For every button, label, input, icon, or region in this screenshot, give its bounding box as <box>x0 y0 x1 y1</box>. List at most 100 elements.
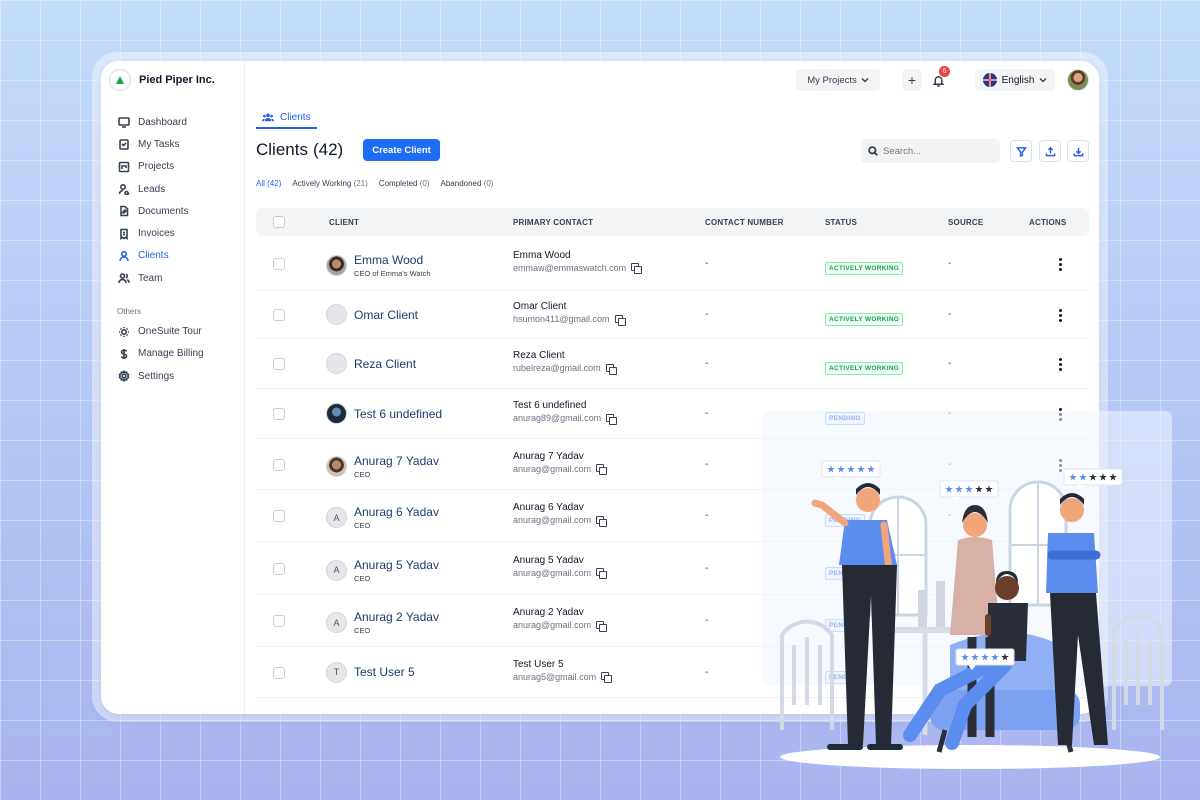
sidebar-item-clients[interactable]: Clients <box>117 245 237 267</box>
column-header-contact-number[interactable]: CONTACT NUMBER <box>705 218 784 227</box>
contact-number-cell: - <box>705 510 709 521</box>
filter-abandoned[interactable]: Abandoned (0) <box>441 179 494 188</box>
column-header-status[interactable]: STATUS <box>825 218 857 227</box>
row-checkbox[interactable] <box>273 257 285 270</box>
filter-icon <box>1015 146 1027 157</box>
column-header-primary-contact[interactable]: PRIMARY CONTACT <box>513 218 593 227</box>
user-avatar[interactable] <box>1067 69 1089 91</box>
add-button[interactable]: + <box>902 69 922 91</box>
sidebar-item-documents[interactable]: Documents <box>117 200 237 222</box>
search-box[interactable] <box>861 139 1000 163</box>
table-row[interactable]: Reza Client Reza Client rubelreza@gmail.… <box>256 339 1089 389</box>
tab-bar: Clients <box>256 107 317 129</box>
language-select[interactable]: English <box>975 69 1055 91</box>
tab-clients[interactable]: Clients <box>256 107 317 129</box>
sidebar-item-team[interactable]: Team <box>117 267 237 289</box>
sidebar-item-invoices[interactable]: Invoices <box>117 222 237 244</box>
team-illustration: ★ ★ ★ ★ ★★ ★ ★ ★ ★★ ★ ★ ★ ★★ ★ ★ ★ ★ <box>762 411 1172 769</box>
more-actions-icon[interactable] <box>1054 358 1066 371</box>
copy-icon[interactable] <box>596 515 608 527</box>
search-input[interactable] <box>883 145 993 157</box>
sidebar-item-manage-billing[interactable]: Manage Billing <box>117 343 237 365</box>
row-checkbox[interactable] <box>273 309 285 321</box>
language-label: English <box>1001 74 1035 86</box>
create-client-button[interactable]: Create Client <box>363 139 440 161</box>
client-name-link[interactable]: Emma Wood <box>354 253 431 267</box>
chevron-down-icon <box>1039 78 1047 83</box>
contact-number-cell: - <box>705 666 709 678</box>
brand[interactable]: Pied Piper Inc. <box>109 69 215 91</box>
import-button[interactable] <box>1039 140 1061 162</box>
client-name-link[interactable]: Anurag 6 Yadav <box>354 505 439 519</box>
project-select[interactable]: My Projects <box>796 69 880 91</box>
avatar-initial: A <box>333 617 340 628</box>
contact-number-cell: - <box>705 615 709 626</box>
sidebar-item-label: OneSuite Tour <box>138 326 202 338</box>
user-search-icon <box>117 183 130 196</box>
client-name-link[interactable]: Test 6 undefined <box>354 407 442 421</box>
table-row[interactable]: Emma Wood CEO of Emma's Watch Emma Wood … <box>256 236 1089 291</box>
client-name-link[interactable]: Anurag 7 Yadav <box>354 454 439 468</box>
invoice-icon <box>117 227 130 240</box>
sidebar-item-dashboard[interactable]: Dashboard <box>117 111 237 133</box>
contact-name: Anurag 7 Yadav <box>513 450 584 462</box>
copy-icon[interactable] <box>596 620 608 632</box>
more-actions-icon[interactable] <box>1054 309 1066 322</box>
contact-name: Anurag 2 Yadav <box>513 607 584 618</box>
row-checkbox[interactable] <box>273 358 285 370</box>
email-text: anurag@gmail.com <box>513 567 592 578</box>
sidebar-item-my-tasks[interactable]: My Tasks <box>117 133 237 155</box>
star-icon: ★ <box>1089 473 1098 484</box>
filter-all[interactable]: All (42) <box>256 179 281 188</box>
notifications-button[interactable]: 6 <box>927 66 950 91</box>
copy-icon[interactable] <box>605 363 617 375</box>
client-subtitle: CEO <box>354 573 371 583</box>
copy-icon[interactable] <box>631 263 643 274</box>
sidebar-item-label: Documents <box>138 205 189 217</box>
sidebar-item-leads[interactable]: Leads <box>117 178 237 200</box>
client-name-link[interactable]: Anurag 2 Yadav <box>354 610 439 624</box>
row-checkbox[interactable] <box>273 615 285 627</box>
sun-icon <box>117 325 130 338</box>
client-name-link[interactable]: Reza Client <box>354 357 416 371</box>
client-name-link[interactable]: Test User 5 <box>354 665 415 679</box>
monitor-icon <box>117 116 130 129</box>
copy-icon[interactable] <box>614 314 626 326</box>
star-icon: ★ <box>955 485 964 496</box>
row-checkbox[interactable] <box>273 666 285 679</box>
column-header-client[interactable]: CLIENT <box>329 218 359 227</box>
more-actions-icon[interactable] <box>1054 257 1066 271</box>
contact-cell: Anurag 6 Yadav anurag@gmail.com <box>513 502 608 527</box>
users-icon <box>117 272 130 285</box>
row-checkbox[interactable] <box>273 458 285 471</box>
table-row[interactable]: Omar Client Omar Client hsumon411@gmail.… <box>256 291 1089 339</box>
copy-icon[interactable] <box>596 568 608 579</box>
copy-icon[interactable] <box>596 464 608 475</box>
star-icon: ★ <box>1099 473 1108 484</box>
copy-icon[interactable] <box>606 413 618 425</box>
copy-icon[interactable] <box>601 672 613 683</box>
client-cell: A Anurag 5 Yadav CEO <box>326 558 439 583</box>
export-button[interactable] <box>1067 140 1089 162</box>
filter-button[interactable] <box>1010 140 1032 162</box>
row-checkbox[interactable] <box>273 510 285 522</box>
sidebar-item-projects[interactable]: Projects <box>117 156 237 178</box>
status-badge: ACTIVELY WORKING <box>825 261 904 275</box>
status-badge: ACTIVELY WORKING <box>825 362 904 375</box>
sidebar-item-onesuite-tour[interactable]: OneSuite Tour <box>117 320 237 342</box>
email-text: rubelreza@gmail.com <box>513 363 601 373</box>
filter-completed[interactable]: Completed (0) <box>379 179 430 188</box>
avatar: A <box>326 612 347 633</box>
row-checkbox[interactable] <box>273 408 285 420</box>
client-name-link[interactable]: Anurag 5 Yadav <box>354 558 439 572</box>
source-cell: - <box>948 257 952 269</box>
download-icon <box>1073 147 1083 156</box>
contact-cell: Emma Wood emmaw@emmaswatch.com <box>513 250 643 274</box>
select-all-checkbox[interactable] <box>273 216 285 228</box>
sidebar-item-settings[interactable]: Settings <box>117 365 237 387</box>
row-checkbox[interactable] <box>273 562 285 575</box>
client-name-link[interactable]: Omar Client <box>354 308 418 322</box>
star-icon: ★ <box>945 485 954 496</box>
column-header-source[interactable]: SOURCE <box>948 218 983 227</box>
filter-actively-working[interactable]: Actively Working (21) <box>292 179 367 188</box>
